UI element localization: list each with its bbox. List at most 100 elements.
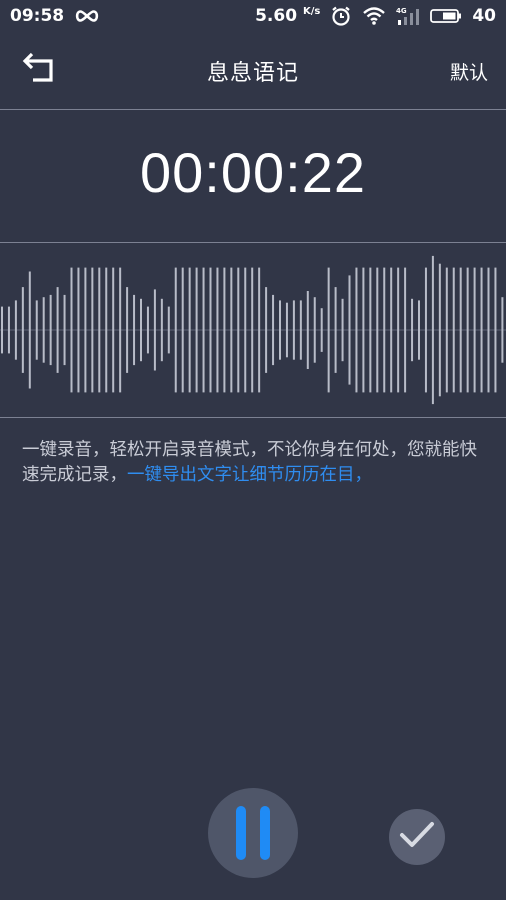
header-divider — [0, 109, 506, 110]
waveform-bar — [466, 267, 469, 393]
waveform-bar — [70, 267, 73, 393]
back-arrow-icon — [20, 52, 60, 92]
status-left: 09:58 — [10, 6, 100, 26]
checkmark-icon — [398, 820, 436, 854]
waveform-bar — [272, 294, 275, 366]
battery-icon — [430, 8, 462, 24]
recording-description: 一键录音，轻松开启录音模式，不论你身在何处，您就能快速完成记录，一键导出文字让细… — [22, 438, 488, 488]
waveform-bar — [209, 267, 212, 393]
waveform-bar — [362, 267, 365, 393]
waveform-bar — [313, 297, 316, 363]
waveform-bar — [452, 267, 455, 393]
network-type-label: 4G — [396, 7, 407, 15]
waveform-bar — [487, 267, 490, 393]
infinity-icon — [74, 9, 100, 23]
waveform-bar — [306, 291, 309, 369]
waveform-bar — [160, 298, 163, 362]
waveform-bar — [376, 267, 379, 393]
waveform-bar — [167, 306, 170, 354]
signal-icon: 4G — [396, 6, 420, 26]
waveform-bar — [216, 267, 219, 393]
waveform-bar — [501, 297, 504, 363]
waveform-bar — [119, 267, 122, 393]
battery-level: 40 — [472, 6, 496, 26]
waveform-bar — [42, 297, 45, 363]
waveform-bar — [285, 302, 288, 358]
recording-timer: 00:00:22 — [140, 141, 366, 204]
waveform-bar — [459, 267, 462, 393]
waveform-bar — [195, 267, 198, 393]
waveform-bar — [320, 308, 323, 352]
waveform-bar — [418, 300, 420, 360]
waveform-bar — [404, 267, 407, 393]
default-button[interactable]: 默认 — [450, 58, 488, 85]
waveform-bar — [77, 267, 80, 393]
waveform-bar — [84, 267, 87, 393]
waveform-bar — [174, 267, 177, 393]
waveform-bar — [292, 300, 295, 360]
waveform-bar — [153, 289, 156, 371]
waveform-bar — [445, 267, 448, 393]
status-bar: 09:58 5.60 K/s 4G 40 — [0, 0, 506, 32]
back-button[interactable] — [20, 52, 60, 88]
wifi-icon — [362, 6, 386, 26]
waveform-bar — [7, 306, 10, 354]
waveform-bar — [473, 267, 476, 393]
waveform-bar — [35, 300, 38, 360]
waveform-bar — [202, 267, 205, 393]
pause-button[interactable] — [208, 788, 298, 878]
timer-divider — [0, 242, 506, 243]
waveform-bar — [424, 267, 427, 393]
waveform-bar — [341, 298, 344, 362]
alarm-icon — [330, 5, 352, 27]
audio-waveform — [0, 255, 506, 405]
waveform-bar — [105, 267, 108, 393]
waveform-bar — [383, 267, 386, 393]
waveform-bar — [265, 287, 268, 373]
waveform-bar — [431, 255, 434, 405]
confirm-button[interactable] — [389, 809, 445, 865]
waveform-bar — [181, 267, 184, 393]
status-time: 09:58 — [10, 6, 65, 26]
header: 息息语记 默认 — [0, 34, 506, 108]
waveform-bar — [397, 267, 400, 393]
waveform-bar — [251, 267, 254, 393]
description-highlight[interactable]: 一键导出文字让细节历历在目， — [127, 465, 372, 485]
waveform-bar — [369, 267, 372, 393]
waveform-bar — [223, 267, 226, 393]
waveform-bar — [63, 294, 66, 366]
waveform-bar — [334, 287, 337, 373]
status-right: 5.60 K/s 4G 40 — [255, 5, 496, 27]
waveform-bar — [140, 298, 142, 362]
network-speed-value: 5.60 — [255, 6, 298, 26]
waveform-bar — [1, 306, 3, 354]
waveform-bar — [494, 267, 497, 393]
waveform-bar — [56, 287, 59, 373]
waveform-bar — [438, 263, 441, 397]
waveform-bar — [480, 267, 483, 393]
waveform-bar — [230, 267, 233, 393]
waveform-bar — [133, 294, 136, 366]
network-speed-unit: K/s — [302, 6, 321, 17]
page-title: 息息语记 — [206, 61, 299, 86]
waveform-bar — [126, 287, 129, 373]
waveform-bar — [146, 306, 149, 354]
waveform-bar — [279, 300, 281, 360]
network-speed: 5.60 K/s — [255, 6, 320, 26]
waveform-bar — [258, 267, 261, 393]
waveform-bar — [348, 275, 351, 385]
waveform-bar — [14, 300, 17, 360]
waveform-bar — [237, 267, 240, 393]
waveform-bar — [112, 267, 115, 393]
waveform-bar — [299, 300, 302, 360]
waveform-divider — [0, 417, 506, 418]
waveform-bar — [355, 267, 358, 393]
waveform-bar — [411, 298, 414, 362]
waveform-bar — [49, 294, 52, 366]
waveform-bar — [91, 267, 94, 393]
waveform-bar — [98, 267, 101, 393]
waveform-bar — [327, 267, 330, 393]
waveform-bar — [21, 287, 24, 373]
waveform-bar — [188, 267, 191, 393]
waveform-bar — [244, 267, 247, 393]
